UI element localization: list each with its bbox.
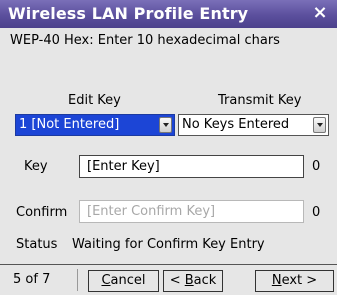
instructions-text: WEP-40 Hex: Enter 10 hexadecimal chars [10,33,280,48]
window-title: Wireless LAN Profile Entry [8,4,249,23]
transmit-key-value: No Keys Entered [182,117,290,132]
cancel-button[interactable]: Cancel [88,270,159,292]
status-label: Status [16,237,58,252]
footer-divider [0,264,337,265]
page-counter: 5 of 7 [13,272,51,287]
title-bar: Wireless LAN Profile Entry × [0,0,337,28]
confirm-label: Confirm [16,205,68,220]
close-icon[interactable]: × [311,3,329,23]
key-char-count: 0 [312,159,321,174]
edit-key-label: Edit Key [68,93,121,108]
status-value: Waiting for Confirm Key Entry [72,237,265,252]
back-button[interactable]: < Back [163,270,223,292]
confirm-key-input[interactable]: [Enter Confirm Key] [79,200,304,223]
chevron-down-icon[interactable] [159,117,172,133]
page-counter-cell: 5 of 7 [2,269,78,291]
confirm-char-count: 0 [312,205,321,220]
key-placeholder: [Enter Key] [87,159,160,174]
edit-key-value: 1 [Not Entered] [19,117,120,132]
edit-key-select[interactable]: 1 [Not Entered] [15,114,175,136]
transmit-key-select[interactable]: No Keys Entered [178,114,329,136]
confirm-key-placeholder: [Enter Confirm Key] [87,204,216,219]
key-input[interactable]: [Enter Key] [79,155,304,178]
transmit-key-label: Transmit Key [218,93,302,108]
next-button[interactable]: Next > [255,270,334,292]
key-label: Key [24,159,48,174]
chevron-down-icon[interactable] [313,117,326,133]
